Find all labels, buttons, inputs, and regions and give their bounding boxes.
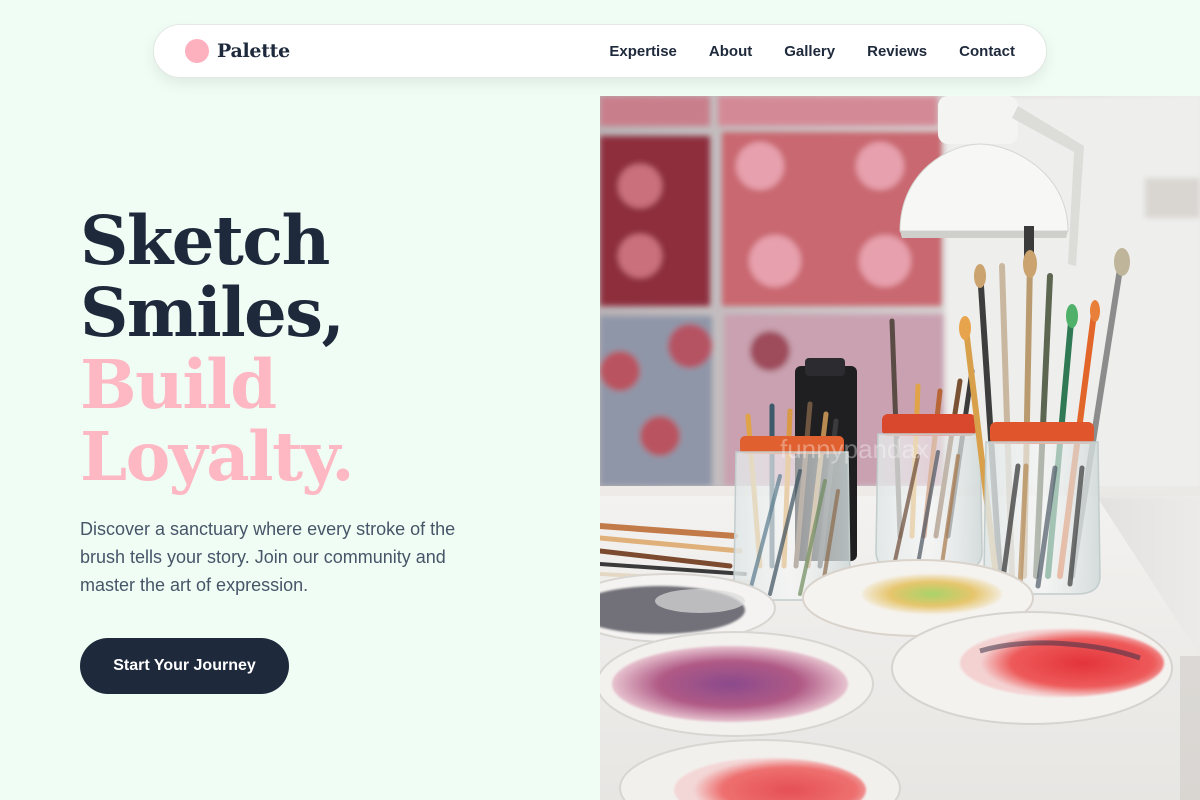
hero-image-paint-brushes: funnypandax bbox=[600, 96, 1200, 800]
hero-headline: Sketch Smiles, Build Loyalty. bbox=[80, 205, 560, 493]
start-journey-button[interactable]: Start Your Journey bbox=[80, 638, 289, 694]
brand-name: Palette bbox=[217, 40, 290, 62]
nav-link-gallery[interactable]: Gallery bbox=[768, 43, 851, 60]
headline-line-3: Build bbox=[80, 345, 277, 424]
nav-links: Expertise About Gallery Reviews Contact bbox=[593, 43, 1015, 60]
image-watermark: funnypandax bbox=[780, 434, 929, 464]
brand-logo[interactable]: Palette bbox=[185, 39, 290, 63]
headline-line-1: Sketch bbox=[80, 201, 330, 280]
headline-line-4: Loyalty. bbox=[80, 417, 355, 496]
nav-link-about[interactable]: About bbox=[693, 43, 768, 60]
headline-line-2: Smiles, bbox=[80, 273, 345, 352]
nav-link-expertise[interactable]: Expertise bbox=[593, 43, 693, 60]
paint-studio-illustration: funnypandax bbox=[600, 96, 1200, 800]
navbar: Palette Expertise About Gallery Reviews … bbox=[153, 24, 1047, 78]
nav-link-reviews[interactable]: Reviews bbox=[851, 43, 943, 60]
hero-subtitle: Discover a sanctuary where every stroke … bbox=[80, 519, 456, 595]
circle-icon bbox=[185, 39, 209, 63]
hero-content: Sketch Smiles, Build Loyalty. Discover a… bbox=[80, 205, 560, 599]
landing-page: Palette Expertise About Gallery Reviews … bbox=[0, 0, 1200, 800]
nav-link-contact[interactable]: Contact bbox=[943, 43, 1015, 60]
